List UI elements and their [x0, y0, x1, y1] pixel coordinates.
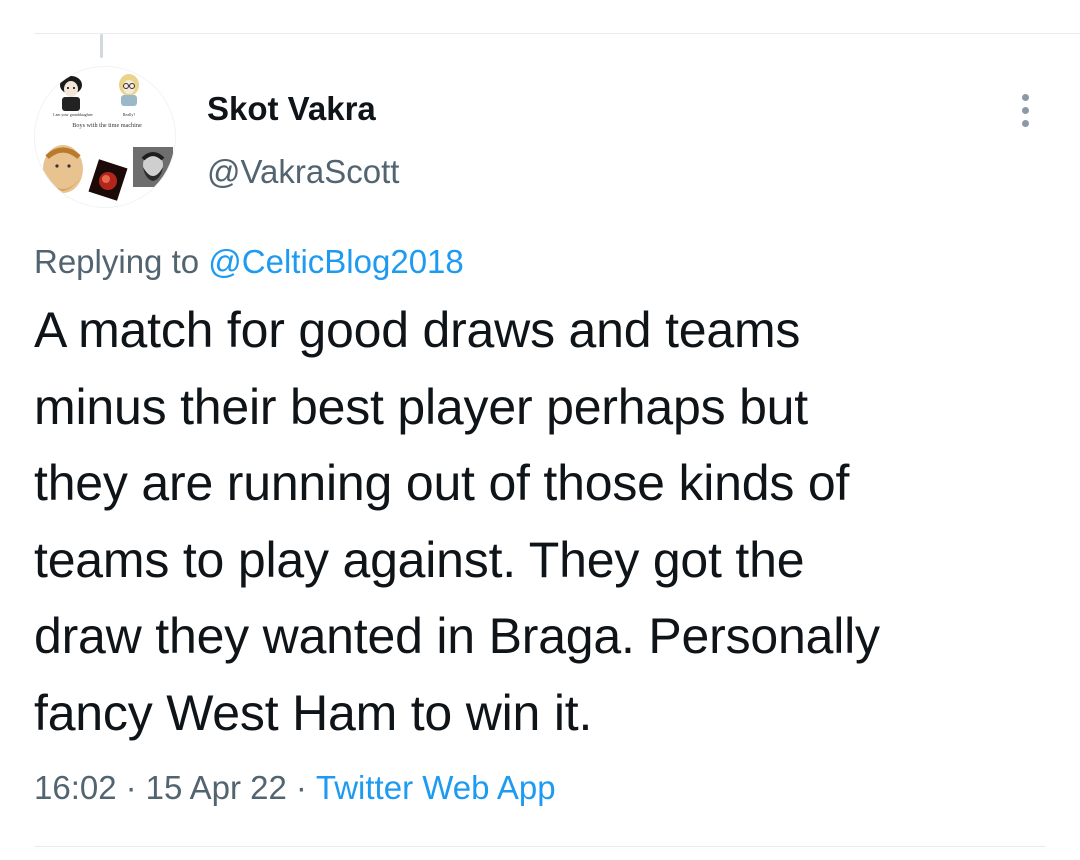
- tweet-text-line: fancy West Ham to win it.: [34, 684, 593, 741]
- tweet-text-line: teams to play against. They got the: [34, 531, 805, 588]
- more-vertical-icon[interactable]: [1010, 88, 1040, 132]
- tweet-text-line: A match for good draws and teams: [34, 302, 801, 358]
- avatar[interactable]: I am your granddaughter Really? Boys wit…: [34, 66, 176, 208]
- avatar-image: I am your granddaughter Really? Boys wit…: [35, 67, 175, 207]
- more-dot: [1021, 93, 1029, 101]
- user-handle[interactable]: @VakraScott: [207, 152, 399, 192]
- reply-context: Replying to @CelticBlog2018: [34, 240, 464, 284]
- avatar-caption-wide: Boys with the time machine: [72, 122, 142, 129]
- top-divider: [34, 33, 1080, 34]
- tweet-source-link[interactable]: Twitter Web App: [316, 769, 556, 806]
- tweet-meta: 16:02 · 15 Apr 22 · Twitter Web App: [34, 766, 556, 810]
- display-name[interactable]: Skot Vakra: [207, 89, 376, 129]
- chad-face: [43, 145, 83, 193]
- bottom-divider: [34, 846, 1046, 847]
- blond-figure: [119, 74, 139, 106]
- tweet-text-line: draw they wanted in Braga. Personally: [34, 608, 880, 664]
- reply-mention-link[interactable]: @CelticBlog2018: [208, 243, 463, 280]
- avatar-caption-left: I am your granddaughter: [53, 112, 93, 117]
- tweet-time[interactable]: 16:02: [34, 769, 117, 806]
- replying-to-label: Replying to: [34, 243, 200, 280]
- meta-separator: ·: [295, 769, 307, 806]
- more-dot: [1021, 119, 1029, 127]
- avatar-caption-right: Really?: [123, 112, 135, 117]
- more-dot: [1021, 106, 1029, 114]
- meta-separator: ·: [125, 769, 137, 806]
- tweet-date[interactable]: 15 Apr 22: [146, 769, 287, 806]
- tweet-text: A match for good draws and teams minus t…: [34, 292, 1064, 751]
- tweet-text-line: minus their best player perhaps but: [34, 378, 808, 435]
- thread-connector-line: [100, 34, 103, 58]
- tweet-text-line: they are running out of those kinds of: [34, 455, 850, 511]
- bearded-man-photo: [133, 147, 173, 187]
